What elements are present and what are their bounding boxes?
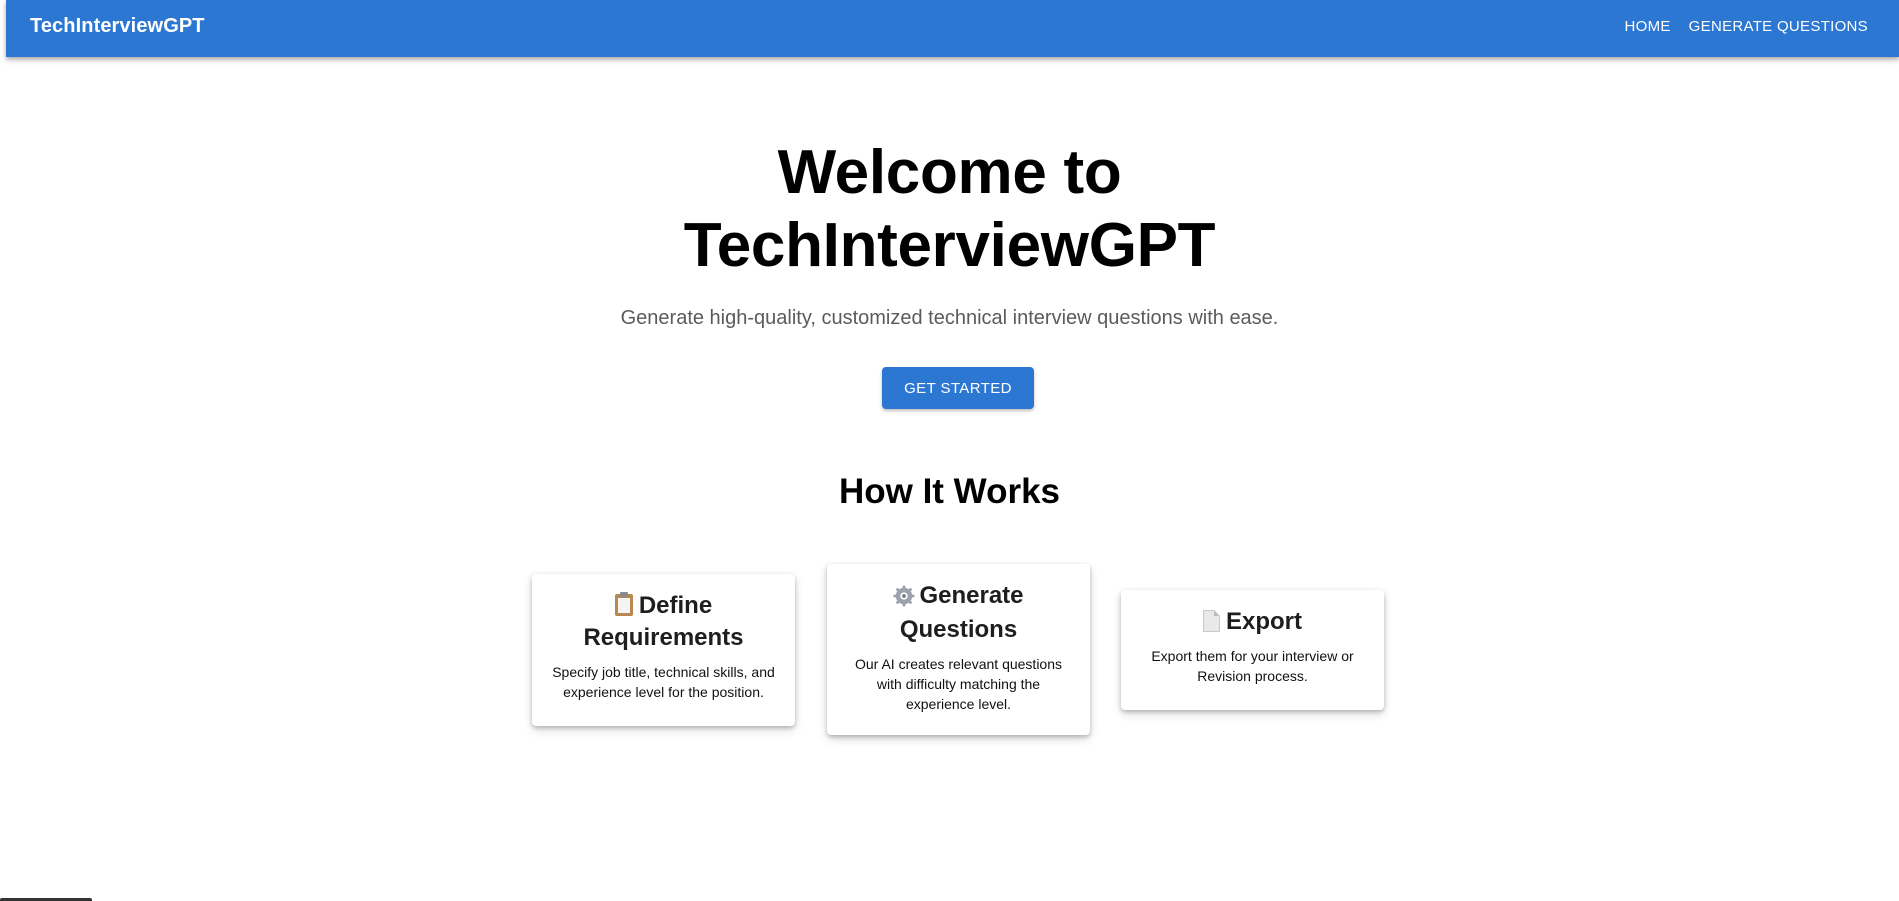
nav-generate-questions-link[interactable]: GENERATE QUESTIONS (1680, 12, 1877, 41)
card-description: Specify job title, technical skills, and… (552, 664, 775, 700)
gear-icon (893, 582, 916, 614)
card-title-text: Define Requirements (583, 592, 744, 651)
document-icon (1202, 610, 1220, 632)
step-card-generate-questions: Generate Questions Our AI creates releva… (827, 564, 1090, 735)
how-it-works-title: How It Works (838, 472, 1061, 511)
clipboard-icon (614, 592, 633, 616)
card-description: Export them for your interview or Revisi… (1151, 648, 1354, 684)
card-title: Generate Questions (841, 580, 1076, 646)
nav-home-link[interactable]: HOME (1615, 12, 1679, 41)
card-title-text: Export (1225, 608, 1302, 635)
card-description: Our AI creates relevant questions with d… (855, 656, 1062, 712)
step-card-export: Export Export them for your interview or… (1121, 590, 1384, 710)
step-card-define-requirements: Define Requirements Specify job title, t… (532, 574, 795, 726)
hero-title-line-2: TechInterviewGPT (683, 211, 1216, 280)
get-started-button[interactable]: GET STARTED (882, 367, 1034, 409)
top-nav: HOME GENERATE QUESTIONS (1615, 12, 1877, 41)
card-title: Define Requirements (546, 590, 781, 654)
brand-logo[interactable]: TechInterviewGPT (30, 15, 205, 38)
card-title: Export (1135, 606, 1370, 638)
hero-title-line-1: Welcome to (777, 138, 1122, 207)
hero-section: Welcome to TechInterviewGPT Generate hig… (0, 136, 1899, 330)
app-bar: TechInterviewGPT HOME GENERATE QUESTIONS (6, 0, 1899, 57)
hero-subtitle: Generate high-quality, customized techni… (620, 307, 1279, 329)
hero-title: Welcome to TechInterviewGPT (0, 136, 1899, 282)
card-title-text: Generate Questions (899, 582, 1024, 643)
